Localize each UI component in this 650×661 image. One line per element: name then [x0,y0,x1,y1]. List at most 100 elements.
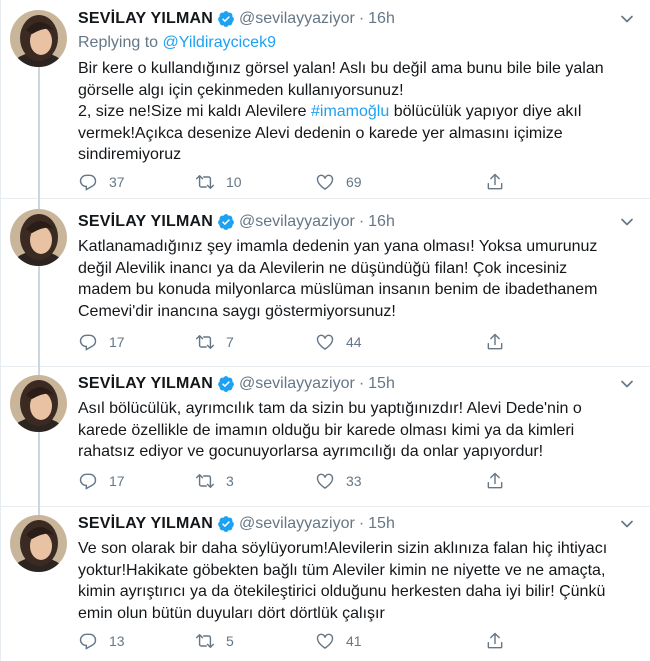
tweet-text-line: Ve son olarak bir daha söylüyorum!Alevil… [78,540,608,557]
tweet-text-line: 2, size ne!Size mi kaldı Alevilere #imam… [78,101,638,123]
chevron-down-icon[interactable] [617,514,637,534]
avatar[interactable] [10,375,67,432]
retweet-icon [195,335,215,349]
tweet[interactable]: SEVİLAY YILMAN @sevilayyaziyor · 16h Kat… [1,199,650,367]
avatar[interactable] [10,10,67,67]
author-handle[interactable]: @sevilayyaziyor [239,375,355,393]
tweet-text-line: yoktur!Hakikate göbekten bağlı tüm Alevi… [78,561,606,579]
thread-connector-line [38,199,40,209]
reply-icon [79,174,97,191]
separator-dot: · [358,213,365,230]
retweet-button[interactable]: 3 [195,471,234,491]
tweet-text: Ve son olarak bir daha söylüyorum!Alevil… [78,538,638,624]
tweet-text-line: kimin ayrıştırıcı ya da ötekileştirici o… [78,583,606,601]
share-icon [487,632,503,649]
tweet[interactable]: SEVİLAY YILMAN @sevilayyaziyor · 15h Ve … [1,507,650,661]
tweet-header: SEVİLAY YILMAN @sevilayyaziyor · 15h [78,373,395,395]
reply-count: 13 [109,633,125,649]
like-button[interactable]: 33 [315,471,362,491]
retweet-button[interactable]: 5 [195,631,234,651]
tweet-header: SEVİLAY YILMAN @sevilayyaziyor · 15h [78,513,395,535]
heart-icon [316,633,334,649]
retweet-count: 10 [226,174,242,190]
avatar[interactable] [10,515,67,572]
tweet-text: Bir kere o kullandığınız görsel yalan! A… [78,58,638,166]
thread-connector-line [38,67,40,199]
reply-button[interactable]: 13 [78,631,125,651]
like-button[interactable]: 41 [315,631,362,651]
author-name[interactable]: SEVİLAY YILMAN [78,10,213,28]
share-button[interactable] [485,332,516,352]
tweet-text-line: karede özellikle de imamın olduğu bir ka… [78,421,575,439]
thread-connector-line [38,367,40,375]
author-handle[interactable]: @sevilayyaziyor [239,515,355,533]
heart-icon [316,473,334,489]
tweet-text: Asıl bölücülük, ayrımcılık tam da sizin … [78,398,638,463]
timestamp[interactable]: 16h [368,213,395,231]
thread-connector-line [38,432,40,507]
like-count: 44 [346,334,362,350]
replying-to: Replying to @Yildiraycicek9 [78,34,276,52]
reply-icon [79,473,97,490]
tweet-text-line: Asıl bölücülük, ayrımcılık tam da sizin … [78,400,582,417]
author-name[interactable]: SEVİLAY YILMAN [78,213,213,231]
tweet-text-line: Cemevi'dir inancına saygı göstermiyorsun… [78,302,396,320]
tweet-text-line: rahatsız ediyor ve gocunuyorlarsa ayrımc… [78,443,544,461]
tweet-header: SEVİLAY YILMAN @sevilayyaziyor · 16h [78,211,395,233]
retweet-icon [195,175,215,189]
tweet-header: SEVİLAY YILMAN @sevilayyaziyor · 16h [78,8,395,30]
share-icon [487,173,503,190]
author-handle[interactable]: @sevilayyaziyor [239,213,355,231]
like-count: 33 [346,473,362,489]
timestamp[interactable]: 16h [368,10,395,28]
reply-button[interactable]: 17 [78,332,125,352]
author-name[interactable]: SEVİLAY YILMAN [78,515,213,533]
tweet-text-line: vermek!Açıkca desenize Alevi dedenin o k… [78,124,563,142]
share-button[interactable] [485,471,516,491]
tweet-text-line: Katlanamadığınız şey imamla dedenin yan … [78,238,598,255]
tweet-text-segment: 2, size ne!Size mi kaldı Alevilere [78,103,311,121]
reply-count: 37 [109,174,125,190]
avatar[interactable] [10,209,67,266]
chevron-down-icon[interactable] [617,9,637,29]
replying-to-mention[interactable]: @Yildiraycicek9 [163,34,276,51]
separator-dot: · [358,375,365,392]
retweet-count: 3 [226,473,234,489]
like-count: 41 [346,633,362,649]
separator-dot: · [358,10,365,27]
thread-connector-line [38,266,40,367]
author-handle[interactable]: @sevilayyaziyor [239,10,355,28]
share-button[interactable] [485,631,516,651]
like-button[interactable]: 44 [315,332,362,352]
heart-icon [316,334,334,350]
tweet-text-line: Bir kere o kullandığınız görsel yalan! A… [78,60,604,77]
author-name[interactable]: SEVİLAY YILMAN [78,375,213,393]
verified-badge-icon [217,213,235,231]
tweet-text-line: değil Alevilik inancı ya da Alevilerin n… [78,259,568,277]
retweet-count: 5 [226,633,234,649]
reply-button[interactable]: 17 [78,471,125,491]
tweet[interactable]: SEVİLAY YILMAN @sevilayyaziyor · 16h Rep… [1,0,650,199]
tweet-actions: 37 10 69 [78,172,558,192]
replying-to-label: Replying to [78,34,163,51]
share-icon [487,472,503,489]
retweet-button[interactable]: 10 [195,172,242,192]
tweet-text-line: emin olun bütün duyuları dört dörtlük ça… [78,604,385,622]
chevron-down-icon[interactable] [617,212,637,232]
timestamp[interactable]: 15h [368,375,395,393]
retweet-button[interactable]: 7 [195,332,234,352]
like-button[interactable]: 69 [315,172,362,192]
tweet[interactable]: SEVİLAY YILMAN @sevilayyaziyor · 15h Ası… [1,367,650,507]
chevron-down-icon[interactable] [617,374,637,394]
tweet-actions: 17 7 44 [78,332,558,352]
reply-count: 17 [109,334,125,350]
tweet-text-line: madem bu konuda milyonlarca müslüman ins… [78,281,598,299]
timestamp[interactable]: 15h [368,515,395,533]
tweet-text-line: görselle algı için çekinmeden kullanıyor… [78,81,404,99]
tweet-text-segment: bölücülük yapıyor diye akıl [389,103,582,121]
reply-button[interactable]: 37 [78,172,125,192]
retweet-icon [195,474,215,488]
tweet-actions: 17 3 33 [78,471,558,491]
hashtag-link[interactable]: #imamoğlu [311,103,389,120]
share-button[interactable] [485,172,516,192]
